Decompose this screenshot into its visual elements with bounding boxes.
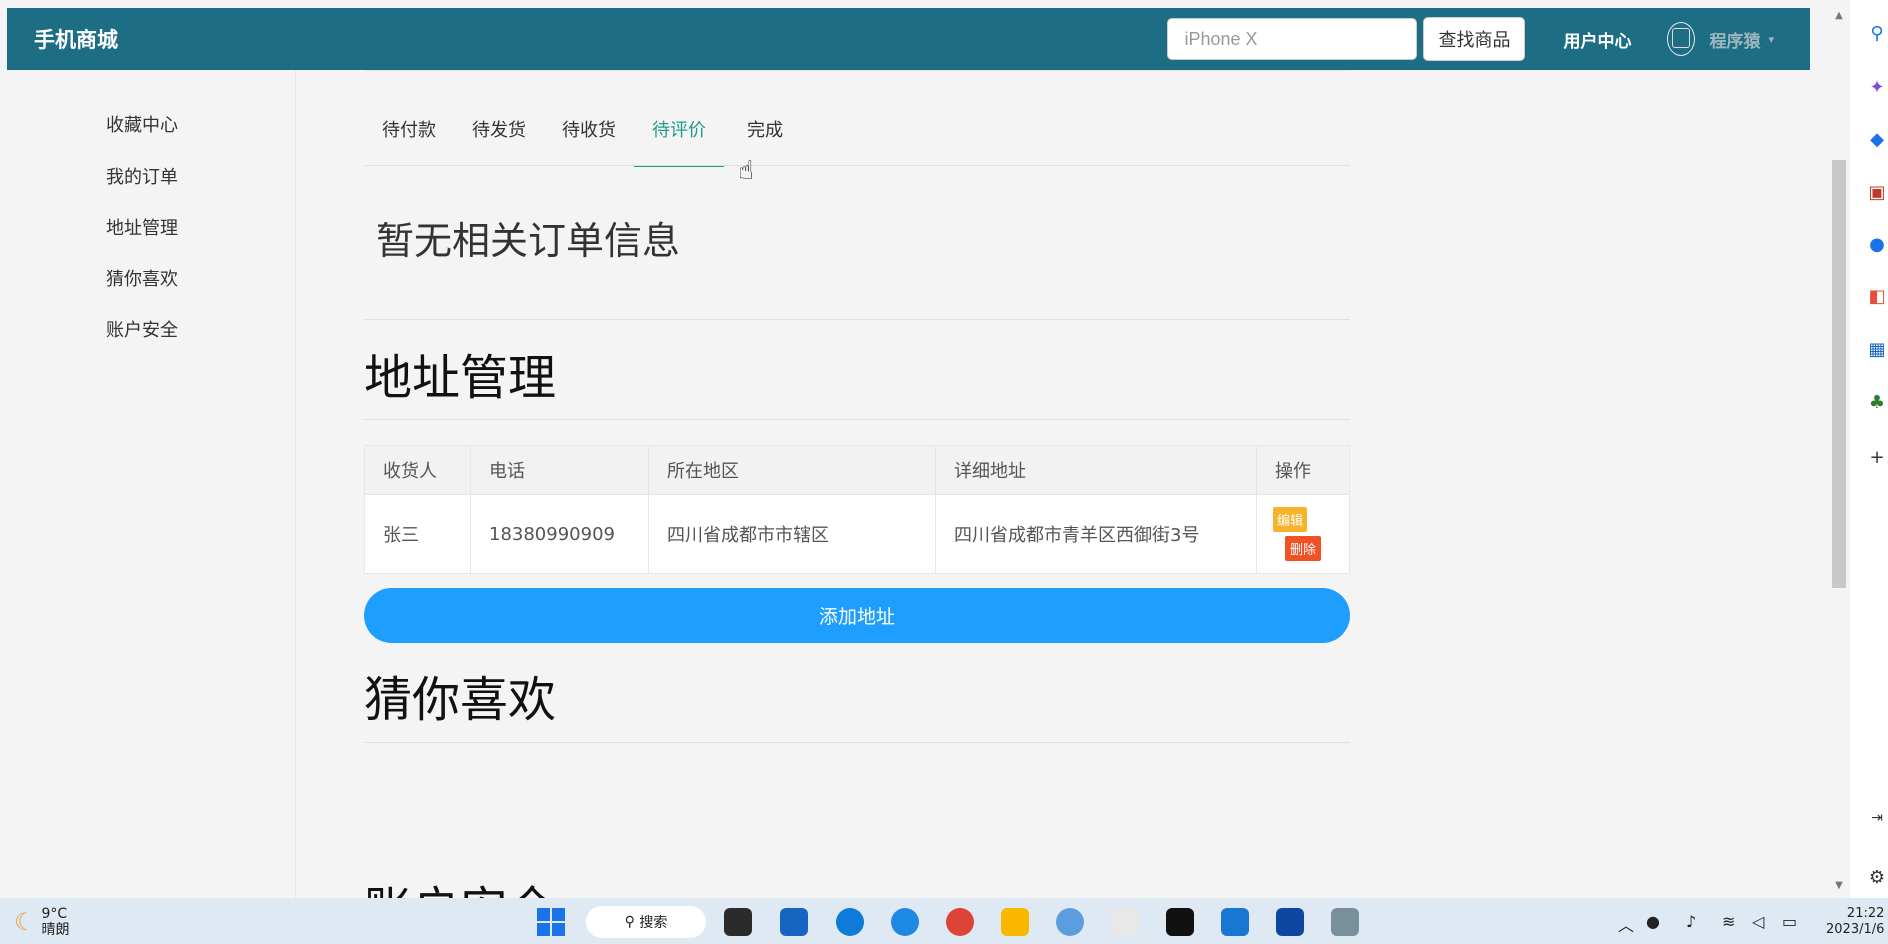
- tag-icon[interactable]: ◆: [1867, 130, 1887, 150]
- scroll-thumb[interactable]: [1832, 160, 1846, 588]
- sidebar-item-addresses[interactable]: 地址管理: [106, 214, 178, 240]
- chevron-up-icon[interactable]: ︿: [1618, 912, 1634, 936]
- ie-icon[interactable]: [891, 908, 919, 936]
- phone-link-icon[interactable]: [1276, 908, 1304, 936]
- divider: [364, 319, 1350, 320]
- brand-logo[interactable]: 手机商城: [34, 24, 118, 54]
- tab-pending-review[interactable]: 待评价: [652, 116, 706, 142]
- add-icon[interactable]: +: [1867, 448, 1887, 468]
- network-tool-icon[interactable]: [1331, 908, 1359, 936]
- receiver-cell: 张三: [364, 494, 471, 574]
- moon-icon: ☾: [14, 908, 36, 936]
- column-header-actions: 操作: [1256, 445, 1350, 495]
- edit-button[interactable]: 编辑: [1273, 507, 1308, 532]
- search-icon: ⚲: [624, 914, 640, 930]
- tree-icon[interactable]: ♣: [1867, 393, 1887, 413]
- edge-icon[interactable]: [836, 908, 864, 936]
- address-section-title: 地址管理: [364, 350, 557, 406]
- user-menu[interactable]: 程序猿 ▾: [1667, 22, 1774, 56]
- sidebar-item-favorites[interactable]: 收藏中心: [106, 111, 178, 137]
- divider: [364, 742, 1350, 743]
- sidebar-item-security[interactable]: 账户安全: [106, 316, 178, 342]
- user-nickname: 程序猿: [1709, 31, 1761, 52]
- address-table: 收货人 电话 所在地区 详细地址 操作 张三 18380990909 四川省成都…: [364, 445, 1350, 574]
- tab-completed[interactable]: 完成: [747, 116, 783, 142]
- page-scrollbar[interactable]: ▲ ▼: [1829, 0, 1849, 898]
- taskbar-search-label: 搜索: [639, 915, 668, 931]
- weather-widget[interactable]: ☾ 9°C 晴朗: [14, 906, 70, 938]
- panel-toggle-icon[interactable]: ⇥: [1867, 808, 1887, 828]
- column-header-detail: 详细地址: [935, 445, 1257, 495]
- chrome-icon[interactable]: [946, 908, 974, 936]
- intellij-icon[interactable]: [1166, 908, 1194, 936]
- tab-pending-payment[interactable]: 待付款: [382, 116, 436, 142]
- temperature: 9°C: [41, 906, 68, 922]
- tab-pending-shipment[interactable]: 待发货: [472, 116, 526, 142]
- column-header-receiver: 收货人: [364, 445, 471, 495]
- search-button[interactable]: 查找商品: [1423, 17, 1526, 61]
- phone-cell: 18380990909: [470, 494, 649, 574]
- tab-pending-receipt[interactable]: 待收货: [562, 116, 616, 142]
- office-icon[interactable]: ◧: [1867, 287, 1887, 307]
- people-icon[interactable]: ●: [1867, 235, 1887, 255]
- gear-icon[interactable]: ⚙: [1867, 868, 1887, 888]
- clock-date: 2023/1/6: [1826, 922, 1885, 937]
- sidebar-item-orders[interactable]: 我的订单: [106, 163, 178, 189]
- scroll-down-icon[interactable]: ▼: [1829, 880, 1849, 891]
- divider: [364, 419, 1350, 420]
- taskbar: ☾ 9°C 晴朗 ⚲ 搜索 ︿ ● ♪ ≋ ◁ ▭ 21:22 2023/1/6: [0, 898, 1888, 944]
- weather-text: 9°C 晴朗: [42, 906, 70, 938]
- qq-icon[interactable]: ●: [1646, 912, 1660, 931]
- sidebar-item-recommendations[interactable]: 猜你喜欢: [106, 265, 178, 291]
- navicat-icon[interactable]: [1056, 908, 1084, 936]
- table-row: 张三 18380990909 四川省成都市市辖区 四川省成都市青羊区西御街3号 …: [364, 494, 1350, 574]
- scroll-up-icon[interactable]: ▲: [1829, 10, 1849, 21]
- toolbox-icon[interactable]: ▣: [1867, 183, 1887, 203]
- column-header-phone: 电话: [470, 445, 649, 495]
- browser-sidebar: ⚲ ✦ ◆ ▣ ● ◧ ▦ ♣ + ⇥ ⚙: [1850, 0, 1888, 898]
- windows-start-icon[interactable]: [537, 908, 565, 936]
- tabs-divider: [364, 165, 1350, 166]
- sparkle-icon[interactable]: ✦: [1867, 78, 1887, 98]
- top-navbar: 手机商城 查找商品 用户中心 程序猿 ▾: [7, 8, 1810, 70]
- table-header-row: 收货人 电话 所在地区 详细地址 操作: [364, 445, 1350, 495]
- wifi-icon[interactable]: ≋: [1722, 912, 1735, 931]
- task-view-icon[interactable]: [724, 908, 752, 936]
- search-icon[interactable]: ⚲: [1867, 24, 1887, 44]
- recommend-section-title: 猜你喜欢: [364, 672, 557, 728]
- outlook-icon[interactable]: ▦: [1867, 340, 1887, 360]
- user-center-link[interactable]: 用户中心: [1563, 27, 1631, 52]
- powerpoint-icon[interactable]: [1111, 908, 1139, 936]
- search-input[interactable]: [1167, 18, 1418, 60]
- clock-time: 21:22: [1846, 906, 1885, 921]
- sidebar: 收藏中心 我的订单 地址管理 猜你喜欢 账户安全: [0, 70, 296, 898]
- notepad-icon[interactable]: [1221, 908, 1249, 936]
- region-cell: 四川省成都市市辖区: [648, 494, 936, 574]
- battery-icon[interactable]: ▭: [1782, 912, 1797, 931]
- system-clock[interactable]: 21:22 2023/1/6: [1826, 906, 1884, 938]
- add-address-button[interactable]: 添加地址: [364, 588, 1350, 643]
- remote-desktop-icon[interactable]: [780, 908, 808, 936]
- volume-icon[interactable]: ◁: [1752, 912, 1764, 931]
- file-explorer-icon[interactable]: [1001, 908, 1029, 936]
- actions-cell: 编辑 删除: [1256, 494, 1350, 574]
- weather-condition: 晴朗: [41, 922, 70, 938]
- avatar: [1667, 22, 1696, 56]
- delete-button[interactable]: 删除: [1285, 536, 1322, 561]
- column-header-region: 所在地区: [648, 445, 936, 495]
- empty-orders-message: 暂无相关订单信息: [376, 219, 681, 263]
- chevron-down-icon: ▾: [1768, 32, 1774, 46]
- microphone-icon[interactable]: ♪: [1686, 912, 1696, 931]
- taskbar-search[interactable]: ⚲ 搜索: [586, 906, 706, 938]
- pointer-cursor-icon: ☝: [738, 156, 754, 186]
- detail-cell: 四川省成都市青羊区西御街3号: [935, 494, 1257, 574]
- order-tabs: 待付款 待发货 待收货 待评价 完成: [364, 70, 1350, 167]
